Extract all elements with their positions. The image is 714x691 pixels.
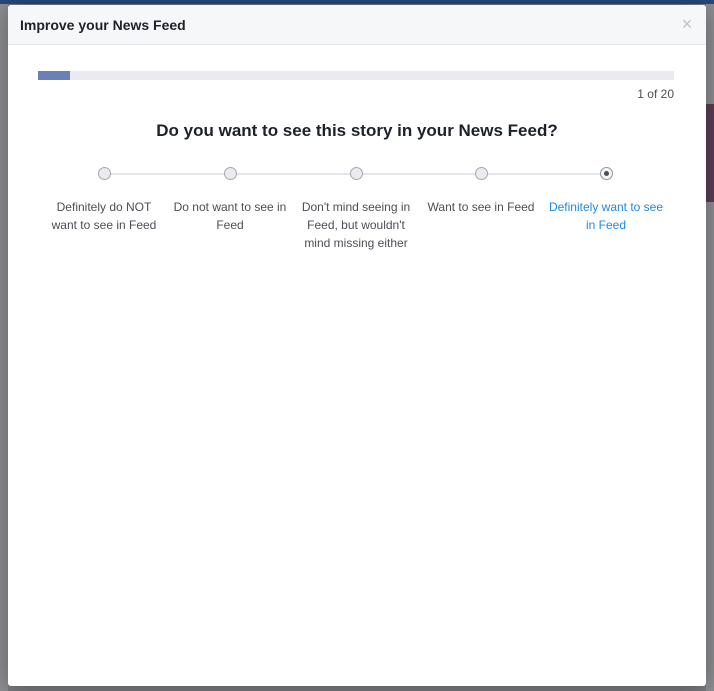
- background-image-fragment: [706, 104, 714, 202]
- rating-option-label: Definitely do NOT want to see in Feed: [51, 200, 157, 232]
- rating-radio-5[interactable]: [599, 167, 613, 180]
- improve-news-feed-dialog: Improve your News Feed × 1 of 20 Do you …: [8, 5, 706, 686]
- progress-counter: 1 of 20: [637, 87, 674, 101]
- rating-option-2[interactable]: Do not want to see in Feed: [172, 163, 288, 234]
- rating-option-4[interactable]: Want to see in Feed: [423, 163, 539, 216]
- rating-option-5[interactable]: Definitely want to see in Feed: [548, 163, 664, 234]
- rating-option-1[interactable]: Definitely do NOT want to see in Feed: [46, 163, 162, 234]
- progress-bar-fill: [38, 71, 70, 80]
- dialog-title: Improve your News Feed: [20, 17, 186, 33]
- rating-option-label: Want to see in Feed: [427, 200, 535, 214]
- rating-option-3[interactable]: Don't mind seeing in Feed, but wouldn't …: [298, 163, 414, 252]
- rating-radio-4[interactable]: [474, 167, 488, 180]
- close-icon[interactable]: ×: [678, 14, 696, 34]
- rating-scale: Definitely do NOT want to see in Feed Do…: [8, 163, 706, 283]
- background-right-strip: [706, 4, 714, 691]
- progress-bar: [38, 71, 674, 80]
- rating-radio-2[interactable]: [223, 167, 237, 180]
- background-left-strip: [0, 4, 8, 691]
- background-top-bar: [0, 0, 714, 4]
- survey-question: Do you want to see this story in your Ne…: [156, 121, 558, 140]
- rating-option-label: Don't mind seeing in Feed, but wouldn't …: [301, 200, 411, 250]
- rating-radio-3[interactable]: [349, 167, 363, 180]
- rating-option-label: Do not want to see in Feed: [173, 200, 287, 232]
- rating-option-label: Definitely want to see in Feed: [548, 200, 664, 232]
- dialog-header: Improve your News Feed ×: [8, 5, 706, 45]
- rating-radio-1[interactable]: [97, 167, 111, 180]
